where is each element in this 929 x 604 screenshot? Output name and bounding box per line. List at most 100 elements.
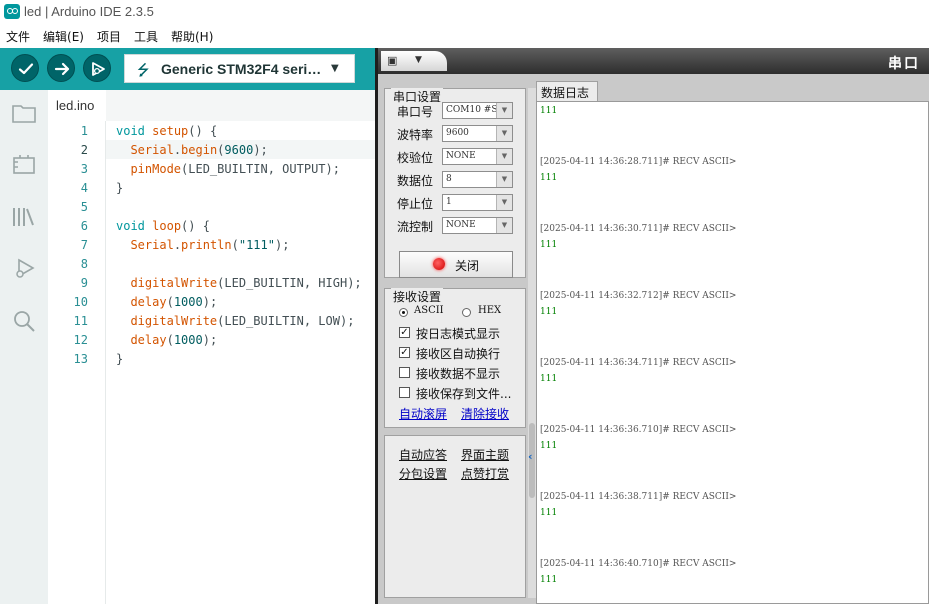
select-value: 1: [446, 197, 452, 207]
port-field-select[interactable]: 9600 ▼: [442, 125, 513, 142]
log-data-line: 111: [540, 441, 558, 451]
option-checkbox[interactable]: ✓: [399, 347, 410, 358]
debug-button[interactable]: [83, 54, 111, 82]
log-header-line: [2025-04-11 14:36:36.710]# RECV ASCII>: [540, 425, 737, 435]
line-number: 2: [80, 143, 88, 157]
board-manager-icon[interactable]: [11, 152, 37, 178]
port-field-label: 波特率: [397, 128, 434, 142]
menu-help[interactable]: 帮助(H): [165, 26, 219, 46]
board-selector[interactable]: ⭍ Generic STM32F4 seri… ▼: [124, 54, 355, 83]
donate-link[interactable]: 点赞打赏: [461, 465, 509, 482]
auto-reply-link[interactable]: 自动应答: [399, 446, 447, 463]
code-editor[interactable]: 1 2 3 4 5 6 7 8 9 10 11 12 13 void setup() { Serial.…: [48, 121, 375, 604]
code-line: Serial.println("111");: [116, 238, 289, 252]
code-line: }: [116, 181, 123, 195]
code-token: 1000: [173, 333, 203, 347]
line-number: 13: [73, 352, 88, 366]
code-token: println: [181, 238, 232, 252]
app-icon: ▣: [387, 54, 398, 67]
port-field-label: 停止位: [397, 197, 434, 211]
log-header-line: [2025-04-11 14:36:32.712]# RECV ASCII>: [540, 291, 737, 301]
option-checkbox[interactable]: [399, 367, 410, 378]
code-token: delay: [130, 333, 167, 347]
line-number: 12: [73, 333, 88, 347]
auto-scroll-link[interactable]: 自动滚屏: [399, 405, 447, 422]
code-token: 9600: [224, 143, 254, 157]
port-field-select[interactable]: NONE ▼: [442, 148, 513, 165]
menu-bar: 文件 编辑(E) 项目 工具 帮助(H): [0, 26, 220, 46]
tab-led-ino[interactable]: led.ino: [48, 90, 106, 121]
close-port-button[interactable]: 关闭: [399, 251, 513, 278]
verify-button[interactable]: [11, 54, 39, 82]
search-icon[interactable]: [11, 308, 37, 334]
library-icon[interactable]: [11, 204, 37, 230]
line-number-gutter: 1 2 3 4 5 6 7 8 9 10 11 12 13: [48, 121, 106, 604]
chevron-down-icon: ▼: [496, 149, 512, 164]
window-titlebar: led | Arduino IDE 2.3.5: [0, 0, 929, 24]
log-data-line: 111: [540, 240, 558, 250]
select-value: 9600: [446, 128, 469, 138]
tab-data-log[interactable]: 数据日志: [536, 81, 598, 101]
code-token: );: [253, 143, 268, 157]
upload-button[interactable]: [47, 54, 75, 82]
code-token: (LED_BUILTIN, OUTPUT);: [181, 162, 340, 176]
code-token: () {: [181, 219, 210, 233]
chevron-left-icon[interactable]: ‹: [528, 450, 533, 463]
code-token: void: [116, 124, 145, 138]
code-token: digitalWrite: [130, 276, 218, 290]
panel-splitter[interactable]: ‹: [528, 88, 536, 598]
code-token: .: [173, 143, 182, 157]
checkmark-icon: [18, 63, 34, 75]
debug-play-icon: [92, 62, 105, 76]
chevron-down-icon: ▼: [496, 126, 512, 141]
code-token: loop: [152, 219, 182, 233]
hex-radio[interactable]: [462, 308, 471, 317]
code-token: 1000: [173, 295, 203, 309]
debug-icon[interactable]: [11, 256, 37, 282]
code-token: Serial: [130, 143, 174, 157]
folder-icon[interactable]: [11, 100, 37, 126]
close-port-label: 关闭: [455, 259, 480, 273]
code-line: digitalWrite(LED_BUILTIN, HIGH);: [116, 276, 361, 290]
system-menu-button[interactable]: ▣ ▼: [381, 51, 447, 71]
port-field-label: 串口号: [397, 105, 434, 119]
line-number: 7: [80, 238, 88, 252]
code-token: (: [166, 295, 174, 309]
log-header-line: [2025-04-11 14:36:40.710]# RECV ASCII>: [540, 559, 737, 569]
port-field-select[interactable]: 8 ▼: [442, 171, 513, 188]
menu-tools[interactable]: 工具: [128, 26, 164, 46]
clear-receive-link[interactable]: 清除接收: [461, 405, 509, 422]
port-field-select[interactable]: NONE ▼: [442, 217, 513, 234]
code-token: }: [116, 181, 124, 195]
ascii-radio[interactable]: [399, 308, 408, 317]
ui-theme-link[interactable]: 界面主题: [461, 446, 509, 463]
code-token: .: [173, 238, 182, 252]
option-label: 接收区自动换行: [416, 347, 501, 361]
menu-file[interactable]: 文件: [0, 26, 36, 46]
line-number: 1: [80, 124, 88, 138]
option-label: 接收数据不显示: [416, 367, 501, 381]
port-field-select[interactable]: 1 ▼: [442, 194, 513, 211]
line-number: 11: [73, 314, 88, 328]
tab-label: led.ino: [56, 98, 95, 113]
chevron-down-icon: ▼: [496, 103, 512, 118]
packet-settings-link[interactable]: 分包设置: [399, 465, 447, 482]
receive-log-area[interactable]: 111 [2025-04-11 14:36:28.711]# RECV ASCII…: [536, 101, 929, 604]
log-data-line: 111: [540, 575, 558, 585]
line-number: 9: [80, 276, 88, 290]
port-field-select[interactable]: COM10 #S1 ▼: [442, 102, 513, 119]
serial-tool-window: ▣ ▼ 串口 串口设置 串口号 COM10 #S1 ▼ 波特率 9600 ▼ 校验位 NONE…: [375, 48, 929, 604]
hex-label: HEX: [478, 305, 502, 316]
option-checkbox[interactable]: [399, 387, 410, 398]
code-token: );: [202, 295, 218, 309]
menu-sketch[interactable]: 项目: [91, 26, 127, 46]
select-value: 8: [446, 174, 452, 184]
option-checkbox[interactable]: ✓: [399, 327, 410, 338]
select-value: NONE: [446, 151, 476, 161]
code-token: begin: [181, 143, 218, 157]
menu-edit[interactable]: 编辑(E): [37, 26, 90, 46]
